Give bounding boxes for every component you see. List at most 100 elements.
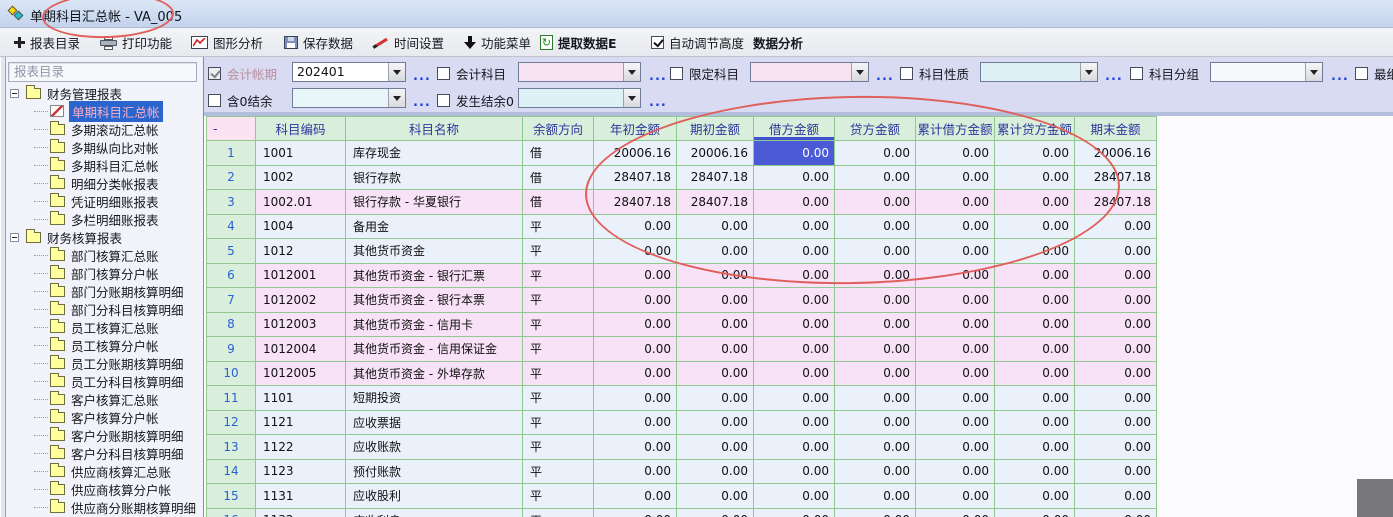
table-cell[interactable]: 0.00	[916, 386, 995, 411]
tree-item[interactable]: 部门核算分户帐	[6, 264, 204, 282]
table-cell[interactable]: 20006.16	[1075, 141, 1157, 166]
table-cell[interactable]: 0.00	[677, 239, 754, 264]
table-cell[interactable]: 0.00	[995, 484, 1075, 509]
graph-analysis-button[interactable]: 图形分析	[188, 32, 266, 53]
table-cell[interactable]: 0.00	[995, 288, 1075, 313]
report-catalog-button[interactable]: 报表目录	[11, 32, 83, 53]
table-cell[interactable]: 1132	[256, 509, 346, 517]
checkbox-checked-icon[interactable]	[208, 67, 221, 80]
table-cell[interactable]: 20006.16	[677, 141, 754, 166]
table-cell[interactable]: 平	[523, 362, 594, 387]
auto-height-checkbox[interactable]: 自动调节高度	[648, 32, 747, 53]
table-cell[interactable]: 0.00	[594, 411, 677, 436]
table-cell[interactable]: 0.00	[835, 141, 916, 166]
table-cell[interactable]: 短期投资	[346, 386, 523, 411]
table-cell[interactable]: 0.00	[754, 435, 835, 460]
dropdown-arrow-icon[interactable]	[388, 63, 405, 81]
table-cell[interactable]: 平	[523, 460, 594, 485]
table-cell[interactable]: 0.00	[754, 239, 835, 264]
dropdown-arrow-icon[interactable]	[623, 63, 640, 81]
table-cell[interactable]: 0.00	[1075, 435, 1157, 460]
filter-finest-level[interactable]: 最细	[1355, 63, 1393, 83]
account-combobox[interactable]	[518, 62, 641, 82]
table-cell[interactable]: 0.00	[916, 239, 995, 264]
table-cell[interactable]: 0.00	[677, 215, 754, 240]
table-cell[interactable]: 库存现金	[346, 141, 523, 166]
table-cell[interactable]: 0.00	[835, 460, 916, 485]
table-cell[interactable]: 0.00	[677, 386, 754, 411]
tree-item[interactable]: 财务核算报表	[6, 228, 204, 246]
table-cell[interactable]: 0.00	[1075, 288, 1157, 313]
dropdown-arrow-icon[interactable]	[623, 89, 640, 107]
table-cell[interactable]: 0.00	[754, 362, 835, 387]
table-cell[interactable]: 0.00	[995, 362, 1075, 387]
table-cell[interactable]: 其他货币资金 - 信用保证金	[346, 337, 523, 362]
filter-zero-activity[interactable]: 发生结余0	[437, 90, 514, 110]
table-cell[interactable]: 0.00	[995, 460, 1075, 485]
table-cell[interactable]: 0.00	[995, 509, 1075, 517]
tree-item[interactable]: 多期纵向比对帐	[6, 138, 204, 156]
filter-limit-account[interactable]: 限定科目	[670, 63, 739, 83]
table-cell[interactable]: 应收利息	[346, 509, 523, 517]
checkbox-icon[interactable]	[437, 94, 450, 107]
tree-item[interactable]: 供应商分账期核算明细	[6, 498, 204, 516]
table-cell[interactable]: 1002.01	[256, 190, 346, 215]
table-cell[interactable]: 其他货币资金 - 银行汇票	[346, 264, 523, 289]
extract-data-button[interactable]: ↻ 提取数据E	[537, 32, 620, 53]
table-cell[interactable]: 0.00	[835, 239, 916, 264]
table-cell[interactable]: 0.00	[916, 411, 995, 436]
table-cell[interactable]: 1012001	[256, 264, 346, 289]
print-button[interactable]: 打印功能	[97, 32, 175, 53]
table-cell[interactable]: 0.00	[754, 411, 835, 436]
table-cell[interactable]: 0.00	[594, 484, 677, 509]
table-cell[interactable]: 0.00	[835, 509, 916, 517]
table-cell[interactable]: 0.00	[916, 190, 995, 215]
tree-item[interactable]: 凭证明细账报表	[6, 192, 204, 210]
account-more-button[interactable]: ...	[649, 67, 667, 87]
table-cell[interactable]: 1131	[256, 484, 346, 509]
dropdown-arrow-icon[interactable]	[388, 89, 405, 107]
table-cell[interactable]: 其他货币资金 - 银行本票	[346, 288, 523, 313]
table-cell[interactable]: 平	[523, 313, 594, 338]
table-cell[interactable]: 0.00	[754, 190, 835, 215]
checkbox-icon[interactable]	[208, 94, 221, 107]
table-cell[interactable]: 1001	[256, 141, 346, 166]
limit-account-combobox[interactable]	[750, 62, 869, 82]
table-cell[interactable]: 0.00	[995, 190, 1075, 215]
table-cell[interactable]: 0.00	[594, 215, 677, 240]
table-cell[interactable]: 0.00	[995, 435, 1075, 460]
table-cell[interactable]: 平	[523, 411, 594, 436]
account-group-more-button[interactable]: ...	[1331, 67, 1349, 87]
table-cell[interactable]: 0.00	[835, 215, 916, 240]
table-cell[interactable]: 0.00	[677, 337, 754, 362]
table-cell[interactable]: 应收票据	[346, 411, 523, 436]
tree-item[interactable]: 多期滚动汇总帐	[6, 120, 204, 138]
table-cell[interactable]: 应收股利	[346, 484, 523, 509]
table-cell[interactable]: 0.00	[677, 509, 754, 517]
table-cell[interactable]: 28407.18	[594, 190, 677, 215]
table-cell[interactable]: 0.00	[995, 411, 1075, 436]
table-cell[interactable]: 其他货币资金 - 信用卡	[346, 313, 523, 338]
table-cell[interactable]: 0.00	[916, 264, 995, 289]
tree-item[interactable]: 员工分科目核算明细	[6, 372, 204, 390]
table-cell[interactable]: 0.00	[995, 337, 1075, 362]
table-cell[interactable]: 平	[523, 215, 594, 240]
table-cell[interactable]: 备用金	[346, 215, 523, 240]
table-cell[interactable]: 0.00	[594, 337, 677, 362]
table-cell[interactable]: 1004	[256, 215, 346, 240]
tree-item[interactable]: 供应商核算分户帐	[6, 480, 204, 498]
table-cell[interactable]: 0.00	[995, 264, 1075, 289]
table-cell[interactable]: 平	[523, 435, 594, 460]
table-cell[interactable]: 0.00	[1075, 337, 1157, 362]
include-zero-more-button[interactable]: ...	[413, 93, 431, 113]
table-cell[interactable]: 0.00	[754, 141, 835, 166]
table-cell[interactable]: 0.00	[916, 435, 995, 460]
checkbox-icon[interactable]	[900, 67, 913, 80]
table-cell[interactable]: 0.00	[677, 362, 754, 387]
account-group-combobox[interactable]	[1210, 62, 1323, 82]
table-cell[interactable]: 0.00	[835, 190, 916, 215]
table-cell[interactable]: 0.00	[995, 166, 1075, 191]
table-cell[interactable]: 0.00	[1075, 460, 1157, 485]
table-cell[interactable]: 0.00	[594, 264, 677, 289]
table-cell[interactable]: 0.00	[1075, 411, 1157, 436]
